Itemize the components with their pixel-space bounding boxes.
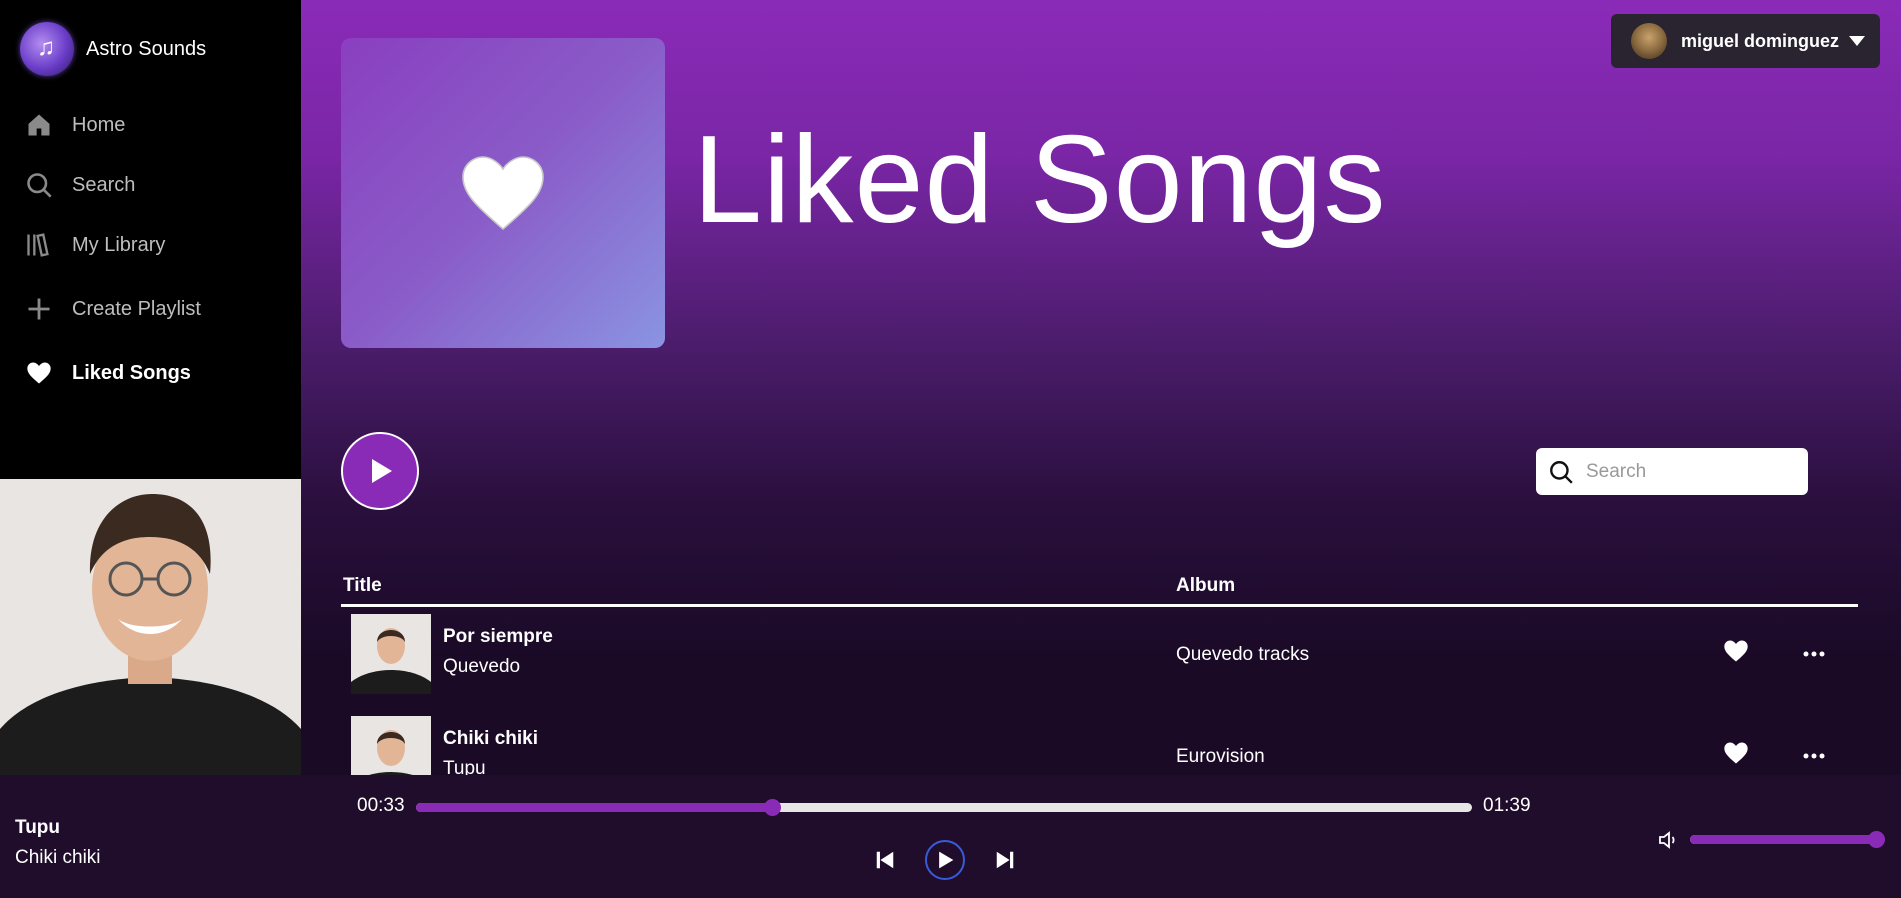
volume-fill: [1690, 835, 1876, 844]
sidebar-item-library[interactable]: My Library: [24, 225, 165, 265]
track-thumbnail: [351, 614, 431, 694]
previous-button[interactable]: [872, 847, 898, 873]
heart-icon: [1724, 742, 1748, 764]
total-duration: 01:39: [1483, 795, 1531, 816]
heart-icon: [24, 358, 54, 388]
search-icon: [24, 170, 54, 200]
volume-button[interactable]: [1656, 827, 1682, 853]
ellipsis-icon: [1803, 753, 1825, 759]
progress-fill: [416, 803, 772, 812]
sidebar-item-label: Liked Songs: [72, 361, 191, 384]
library-icon: [24, 230, 54, 260]
more-options-button[interactable]: [1803, 746, 1825, 764]
page-title: Liked Songs: [693, 111, 1387, 249]
sidebar-item-create-playlist[interactable]: Create Playlist: [24, 289, 201, 329]
now-playing-title: Tupu: [15, 817, 61, 838]
play-icon: [372, 459, 392, 483]
astro-logo-icon: ♫: [20, 22, 74, 76]
sidebar: ♫ Astro Sounds Home Search My Library Cr…: [0, 0, 301, 479]
search-icon: [1550, 460, 1573, 484]
like-button[interactable]: [1721, 739, 1751, 772]
progress-slider[interactable]: [416, 799, 1472, 816]
table-row[interactable]: Chiki chiki Tupu Eurovision: [341, 706, 1858, 775]
user-name: miguel dominguez: [1681, 30, 1840, 51]
sidebar-item-label: Create Playlist: [72, 297, 201, 320]
plus-icon: [24, 294, 54, 324]
volume-handle[interactable]: [1868, 831, 1885, 848]
app-name: Astro Sounds: [86, 37, 207, 60]
column-title-header: Title: [343, 575, 382, 596]
sidebar-item-label: My Library: [72, 233, 166, 256]
playlist-cover: [341, 38, 665, 348]
progress-handle[interactable]: [763, 799, 781, 816]
search-input[interactable]: [1584, 459, 1798, 484]
avatar: [1631, 23, 1667, 59]
ellipsis-icon: [1803, 651, 1825, 657]
heart-icon: [1724, 640, 1748, 662]
track-artist: Quevedo: [443, 656, 521, 677]
play-icon: [939, 851, 954, 869]
elapsed-time: 00:33: [357, 795, 405, 816]
sidebar-item-label: Home: [72, 113, 126, 136]
now-playing-artist: Chiki chiki: [15, 847, 101, 868]
sidebar-item-liked-songs[interactable]: Liked Songs: [24, 353, 191, 393]
track-thumbnail: [351, 716, 431, 775]
chevron-down-icon: [1849, 36, 1866, 46]
song-list: Por siempre Quevedo Quevedo tracks Chiki…: [301, 604, 1901, 775]
track-album: Quevedo tracks: [1176, 644, 1310, 665]
track-title: Chiki chiki: [443, 728, 539, 749]
user-menu-button[interactable]: miguel dominguez: [1611, 14, 1880, 68]
skip-forward-icon: [996, 851, 1014, 869]
brand[interactable]: ♫ Astro Sounds: [20, 22, 206, 76]
play-all-button[interactable]: [341, 432, 419, 510]
track-album: Eurovision: [1176, 746, 1265, 767]
heart-icon: [462, 156, 544, 231]
volume-icon: [1659, 831, 1675, 849]
now-playing-artwork: [0, 479, 301, 775]
volume-slider[interactable]: [1690, 831, 1885, 848]
track-title: Por siempre: [443, 626, 553, 647]
more-options-button[interactable]: [1803, 644, 1825, 662]
playlist-search: [1536, 448, 1808, 495]
sidebar-item-home[interactable]: Home: [24, 105, 125, 145]
main-content: miguel dominguez Liked Songs Title Album…: [301, 0, 1901, 775]
player-bar: Tupu Chiki chiki 00:33 01:39: [0, 775, 1901, 898]
next-button[interactable]: [992, 847, 1018, 873]
table-row[interactable]: Por siempre Quevedo Quevedo tracks: [341, 604, 1858, 694]
play-pause-button[interactable]: [925, 840, 965, 880]
table-header: Title Album: [341, 575, 1858, 607]
like-button[interactable]: [1721, 637, 1751, 670]
home-icon: [24, 110, 54, 140]
track-artist: Tupu: [443, 758, 486, 775]
sidebar-item-label: Search: [72, 173, 136, 196]
skip-back-icon: [876, 851, 894, 869]
column-album-header: Album: [1176, 575, 1236, 596]
sidebar-item-search[interactable]: Search: [24, 165, 135, 205]
